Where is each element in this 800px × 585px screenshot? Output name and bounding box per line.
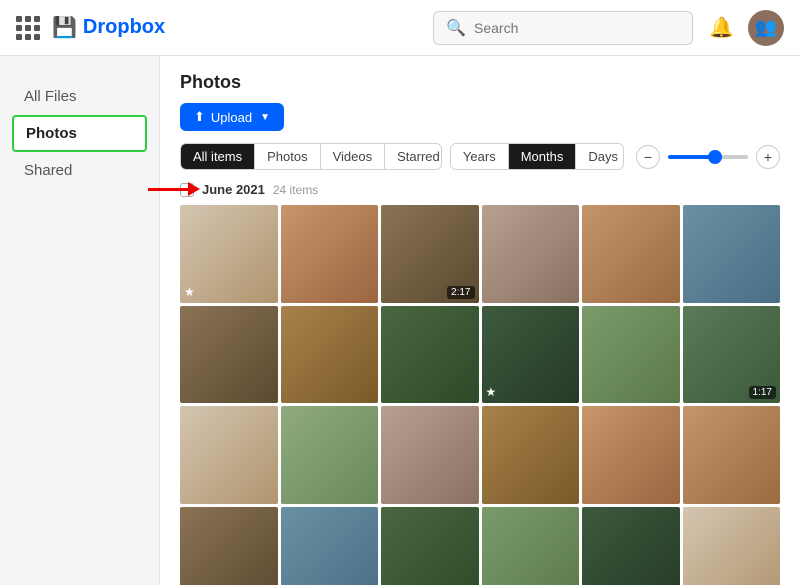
sidebar-item-photos[interactable]: Photos [12, 115, 147, 152]
time-filter-tabs: Years Months Days [450, 143, 624, 170]
photo-cell[interactable] [683, 406, 781, 504]
sidebar-item-shared[interactable]: Shared [12, 154, 147, 187]
search-input[interactable] [474, 20, 680, 36]
photo-cell[interactable] [180, 406, 278, 504]
photo-cell[interactable] [381, 507, 479, 585]
photo-cell[interactable] [482, 406, 580, 504]
section-title: June 2021 [202, 182, 265, 197]
filter-bar: All items Photos Videos Starred Years Mo… [180, 143, 780, 170]
filter-tabs: All items Photos Videos Starred [180, 143, 442, 170]
photo-cell[interactable]: 1:17 [683, 306, 781, 404]
photo-cell[interactable] [281, 205, 379, 303]
avatar[interactable]: 👥 [748, 10, 784, 46]
arrow-head [188, 182, 200, 196]
tab-all-items[interactable]: All items [181, 144, 255, 169]
photo-cell[interactable]: 2:17 [381, 205, 479, 303]
upload-label: Upload [211, 110, 252, 125]
video-duration-badge: 2:17 [447, 286, 474, 299]
photo-cell[interactable] [180, 507, 278, 585]
photo-cell[interactable] [281, 507, 379, 585]
tab-videos[interactable]: Videos [321, 144, 386, 169]
tab-months[interactable]: Months [509, 144, 577, 169]
logo-text: Dropbox [83, 16, 165, 39]
photo-cell[interactable] [180, 306, 278, 404]
photo-cell[interactable] [582, 306, 680, 404]
upload-button[interactable]: ⬆ Upload ▼ [180, 103, 284, 131]
search-icon: 🔍 [446, 18, 466, 38]
starred-icon: ★ [184, 285, 195, 299]
photo-cell[interactable] [281, 306, 379, 404]
arrow-line [148, 188, 188, 191]
zoom-slider[interactable] [668, 155, 748, 159]
photo-cell[interactable] [281, 406, 379, 504]
top-nav: 💾 Dropbox 🔍 🔔 👥 [0, 0, 800, 56]
tab-years[interactable]: Years [451, 144, 509, 169]
photo-cell[interactable] [381, 306, 479, 404]
search-box[interactable]: 🔍 [433, 11, 693, 45]
photo-cell[interactable] [582, 406, 680, 504]
app-switcher-icon[interactable] [16, 16, 40, 40]
zoom-controls: − + [636, 145, 780, 169]
zoom-out-button[interactable]: − [636, 145, 660, 169]
photo-cell[interactable] [482, 205, 580, 303]
notifications-icon[interactable]: 🔔 [709, 15, 734, 40]
photo-cell[interactable] [482, 507, 580, 585]
main-content: Photos ⬆ Upload ▼ All items Photos Video… [160, 56, 800, 585]
photo-cell[interactable] [381, 406, 479, 504]
sidebar: All Files Photos Shared [0, 56, 160, 585]
video-duration-badge: 1:17 [749, 386, 776, 399]
section-header: June 2021 24 items [180, 182, 780, 197]
logo[interactable]: 💾 Dropbox [52, 15, 165, 40]
photo-cell[interactable] [582, 507, 680, 585]
starred-icon: ★ [486, 385, 497, 399]
photo-cell[interactable] [683, 205, 781, 303]
arrow-indicator [148, 182, 200, 196]
tab-starred[interactable]: Starred [385, 144, 442, 169]
zoom-in-button[interactable]: + [756, 145, 780, 169]
sidebar-item-all-files[interactable]: All Files [12, 80, 147, 113]
nav-icons: 🔔 👥 [709, 10, 784, 46]
photo-cell[interactable] [582, 205, 680, 303]
photo-grid: ★ 2:17 ★ 1:17 [180, 205, 780, 585]
section-count: 24 items [273, 183, 318, 197]
tab-days[interactable]: Days [576, 144, 624, 169]
layout: All Files Photos Shared Photos ⬆ Upload … [0, 56, 800, 585]
page-title: Photos [180, 72, 780, 93]
tab-photos[interactable]: Photos [255, 144, 320, 169]
photo-cell[interactable]: ★ [180, 205, 278, 303]
dropbox-logo-icon: 💾 [52, 15, 77, 40]
upload-icon: ⬆ [194, 109, 205, 125]
caret-icon: ▼ [260, 112, 270, 123]
photo-cell[interactable]: ★ [482, 306, 580, 404]
photo-cell[interactable] [683, 507, 781, 585]
